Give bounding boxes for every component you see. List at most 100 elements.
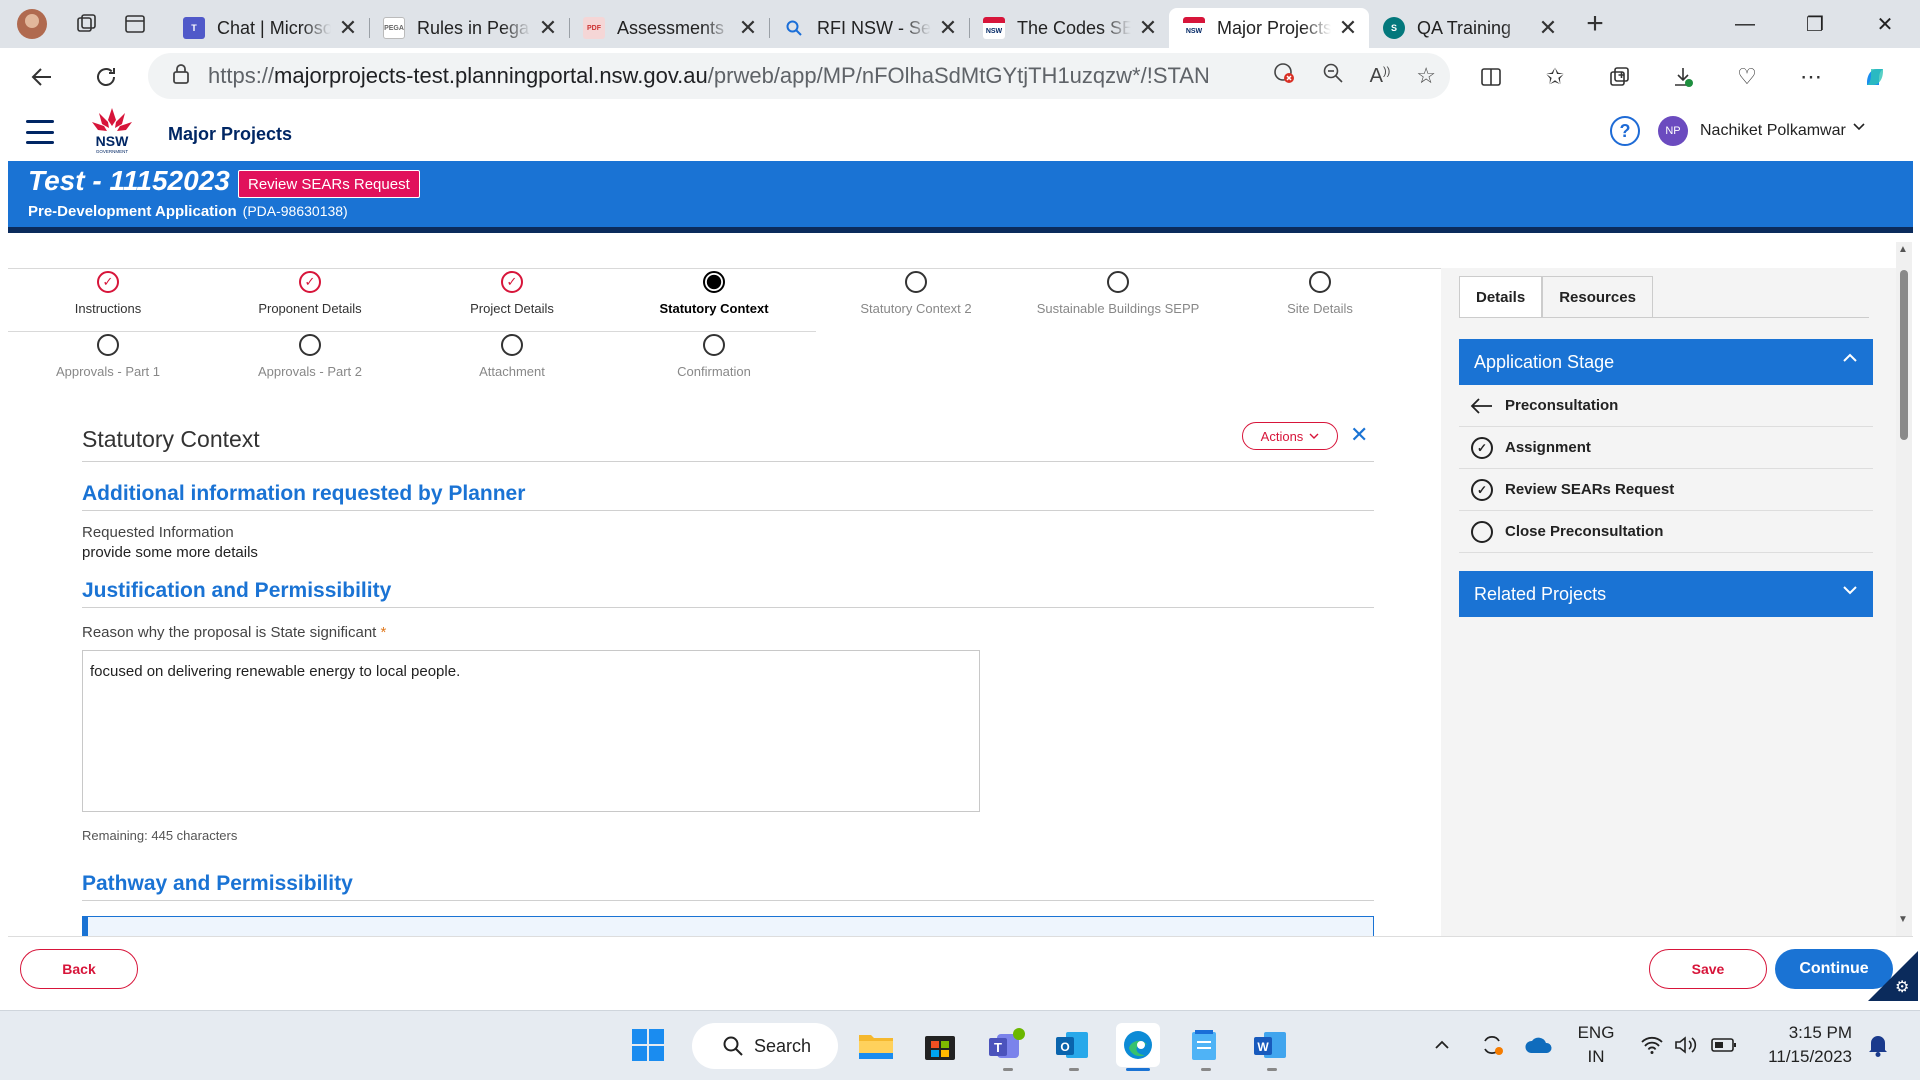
sync-icon[interactable] [1470, 1023, 1514, 1067]
step-site-details[interactable]: Site Details [1220, 271, 1420, 316]
save-button[interactable]: Save [1649, 949, 1767, 989]
minimize-icon[interactable]: — [1710, 0, 1780, 48]
tracking-blocked-icon[interactable] [1272, 61, 1296, 91]
tab-resources[interactable]: Resources [1542, 276, 1653, 318]
split-screen-icon[interactable] [1470, 56, 1512, 98]
user-name[interactable]: Nachiket Polkamwar [1700, 122, 1846, 140]
browser-tab-bar: T Chat | Microsoft Teams ✕ PEGA Rules in… [0, 0, 1920, 48]
favorite-star-icon[interactable]: ☆ [1416, 63, 1436, 89]
downloads-icon[interactable] [1662, 56, 1704, 98]
notepad-icon[interactable] [1182, 1023, 1226, 1067]
help-icon[interactable]: ? [1610, 116, 1640, 146]
svg-text:O: O [1060, 1040, 1069, 1054]
edge-icon[interactable] [1116, 1023, 1160, 1067]
actions-button[interactable]: Actions [1242, 422, 1338, 450]
file-explorer-icon[interactable] [854, 1023, 898, 1067]
microsoft-store-icon[interactable] [918, 1023, 962, 1067]
scrollbar-thumb[interactable] [1900, 270, 1908, 440]
close-tab-icon[interactable]: ✕ [1137, 15, 1159, 41]
page-scrollbar[interactable]: ▲ ▼ [1896, 242, 1912, 936]
stage-row: Preconsultation [1459, 385, 1873, 427]
close-tab-icon[interactable]: ✕ [737, 15, 759, 41]
reason-textarea[interactable]: focused on delivering renewable energy t… [82, 650, 980, 812]
browser-tab[interactable]: NSW The Codes SEPP ✕ [969, 8, 1169, 48]
browser-tab[interactable]: RFI NSW - Search ✕ [769, 8, 969, 48]
close-tab-icon[interactable]: ✕ [337, 15, 359, 41]
settings-corner[interactable] [1868, 951, 1918, 1001]
browser-tab[interactable]: PDF Assessments ✕ [569, 8, 769, 48]
related-projects-header[interactable]: Related Projects [1459, 571, 1873, 617]
scroll-up-icon[interactable]: ▲ [1898, 244, 1908, 255]
performance-icon[interactable]: ♡ [1726, 56, 1768, 98]
step-attachment[interactable]: Attachment [412, 334, 612, 379]
copilot-icon[interactable] [1854, 56, 1896, 98]
profile-avatar[interactable] [17, 9, 47, 39]
address-bar[interactable]: https://majorprojects-test.planningporta… [148, 53, 1450, 99]
close-tab-icon[interactable]: ✕ [937, 15, 959, 41]
step-approvals-part-1[interactable]: Approvals - Part 1 [8, 334, 208, 379]
language-indicator[interactable]: ENG IN [1566, 1021, 1626, 1069]
close-window-icon[interactable]: ✕ [1850, 0, 1920, 48]
active-indicator [1126, 1068, 1150, 1071]
read-aloud-icon[interactable]: A)) [1370, 65, 1391, 88]
chevron-down-icon[interactable] [1852, 120, 1866, 137]
stage-row: ✓ Review SEARs Request [1459, 469, 1873, 511]
step-sustainable-buildings-sepp[interactable]: Sustainable Buildings SEPP [1018, 271, 1218, 316]
back-arrow-icon[interactable] [18, 53, 66, 101]
step-proponent-details[interactable]: ✓ Proponent Details [210, 271, 410, 316]
close-icon[interactable]: ✕ [1350, 422, 1368, 448]
notification-bell-icon[interactable] [1856, 1023, 1900, 1067]
case-type: Pre-Development Application [28, 203, 237, 220]
app-name[interactable]: Major Projects [168, 124, 292, 145]
case-id: (PDA-98630138) [242, 203, 348, 219]
nsw-icon: NSW [983, 17, 1005, 39]
chevron-up-icon[interactable] [1420, 1023, 1464, 1067]
clock[interactable]: 3:15 PM 11/15/2023 [1740, 1021, 1852, 1069]
windows-start-icon[interactable] [626, 1023, 670, 1067]
menu-icon[interactable] [26, 120, 54, 144]
onedrive-icon[interactable] [1516, 1023, 1560, 1067]
collections-icon[interactable] [1598, 56, 1640, 98]
step-approvals-part-2[interactable]: Approvals - Part 2 [210, 334, 410, 379]
check-icon: ✓ [501, 271, 523, 293]
stage-label: Preconsultation [1505, 397, 1619, 414]
case-banner: Test - 11152023 Review SEARs Request Pre… [8, 161, 1913, 233]
nsw-logo[interactable]: NSW GOVERNMENT [90, 106, 134, 156]
step-instructions[interactable]: ✓ Instructions [8, 271, 208, 316]
zoom-icon[interactable] [1322, 62, 1344, 90]
browser-tab[interactable]: S QA Training ✕ [1369, 8, 1569, 48]
gear-icon[interactable]: ⚙ [1895, 977, 1909, 997]
browser-tab[interactable]: PEGA Rules in Pega ✕ [369, 8, 569, 48]
step-statutory-context[interactable]: Statutory Context [614, 271, 814, 316]
close-tab-icon[interactable]: ✕ [1337, 15, 1359, 41]
more-icon[interactable]: ⋯ [1790, 56, 1832, 98]
browser-tab-active[interactable]: NSW Major Projects ✕ [1169, 8, 1369, 48]
chevron-down-icon [1309, 433, 1319, 439]
workspaces-icon[interactable] [73, 10, 101, 38]
application-stage-header[interactable]: Application Stage [1459, 339, 1873, 385]
tab-title: Major Projects [1217, 17, 1331, 38]
teams-icon[interactable]: T [984, 1023, 1028, 1067]
tab-details[interactable]: Details [1459, 276, 1543, 318]
back-button[interactable]: Back [20, 949, 138, 989]
close-tab-icon[interactable]: ✕ [1537, 15, 1559, 41]
restore-icon[interactable]: ❐ [1780, 0, 1850, 48]
favorites-icon[interactable]: ✩ [1534, 56, 1576, 98]
related-projects-title: Related Projects [1474, 583, 1607, 604]
step-statutory-context-2[interactable]: Statutory Context 2 [816, 271, 1016, 316]
tab-title: The Codes SEPP [1017, 17, 1131, 38]
step-confirmation[interactable]: Confirmation [614, 334, 814, 379]
word-icon[interactable]: W [1248, 1023, 1292, 1067]
browser-tab[interactable]: T Chat | Microsoft Teams ✕ [169, 8, 369, 48]
taskbar-search[interactable]: Search [692, 1023, 838, 1069]
outlook-icon[interactable]: O [1050, 1023, 1094, 1067]
user-avatar[interactable]: NP [1658, 116, 1688, 146]
lock-icon[interactable] [172, 63, 190, 90]
scroll-down-icon[interactable]: ▼ [1898, 914, 1908, 925]
close-tab-icon[interactable]: ✕ [537, 15, 559, 41]
vertical-tabs-icon[interactable] [121, 10, 149, 38]
tab-divider [1459, 317, 1869, 318]
refresh-icon[interactable] [82, 53, 130, 101]
new-tab-button[interactable]: + [1577, 6, 1613, 42]
step-project-details[interactable]: ✓ Project Details [412, 271, 612, 316]
